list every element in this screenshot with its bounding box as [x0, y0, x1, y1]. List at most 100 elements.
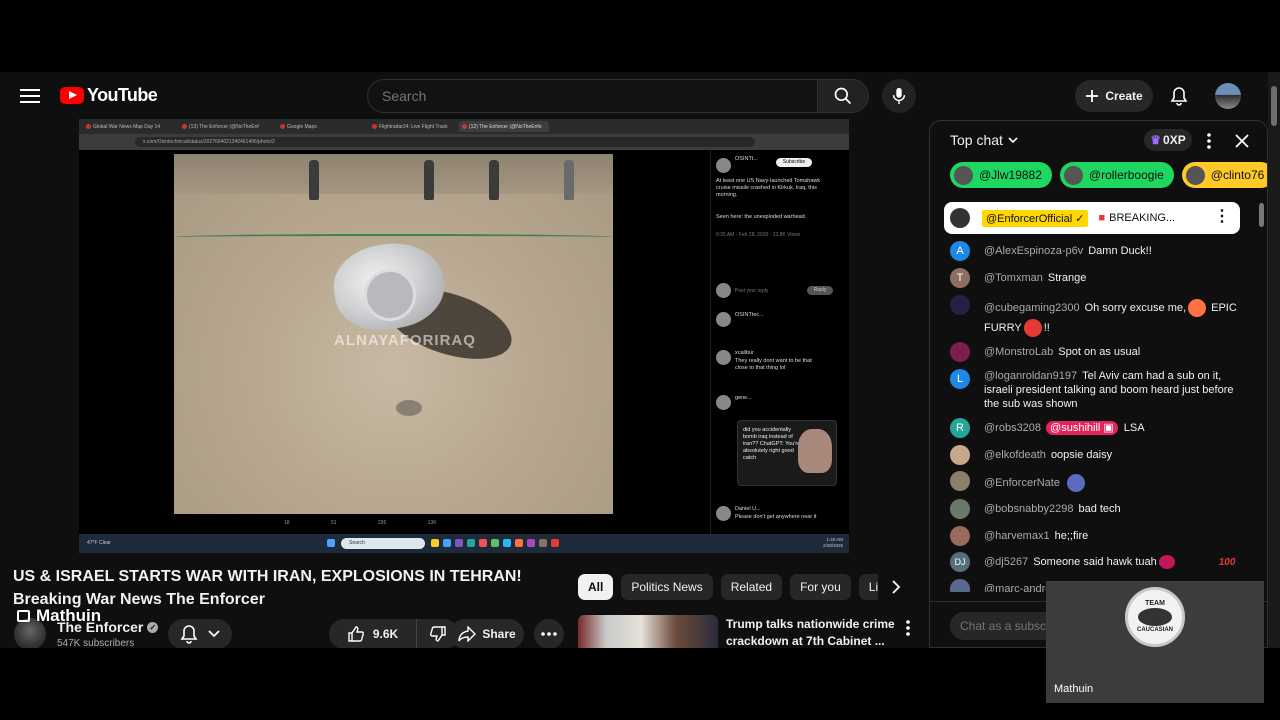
masthead: YouTube Create [0, 72, 1280, 120]
chat-author[interactable]: @loganroldan9197 [984, 370, 1077, 382]
reply-author: OSINTtec... [735, 312, 764, 318]
chat-message: @elkofdeath oopsie daisy [950, 445, 1240, 465]
chat-avatar [950, 342, 970, 362]
screen-browser-toolbar: x.com/Osintechnical/status/2027664021340… [79, 134, 849, 150]
reply-placeholder: Post your reply [735, 288, 769, 294]
tweet-text2: Seen here: the unexploded warhead. [716, 214, 807, 220]
angry-emoji-icon [1188, 299, 1207, 318]
share-icon [458, 626, 477, 642]
chat-author[interactable]: @dj5267 [984, 556, 1028, 568]
chevron-right-icon [891, 580, 900, 594]
taskbar-search: Search [341, 538, 425, 549]
search-input[interactable] [382, 88, 803, 104]
tweet-text: At least one US Navy-launched Tomahawk c… [716, 178, 821, 198]
chat-author[interactable]: @elkofdeath [984, 449, 1046, 461]
pinned-message[interactable]: @EnforcerOfficial ✓ ■ BREAKING... ⋮ [944, 202, 1240, 234]
chat-menu-button[interactable] [1200, 131, 1218, 151]
video-player[interactable]: Global War News Map Day 14 (13) The Enfo… [79, 119, 849, 553]
chat-messages: A @AlexEspinoza-p6v Damn Duck!! T @Tomxman S… [930, 234, 1267, 592]
ticker-item[interactable]: @Jlw19882 [950, 162, 1052, 188]
chip-for-you[interactable]: For you [790, 574, 851, 600]
recommendation-thumbnail[interactable] [578, 615, 718, 648]
tweet-meta: 9:35 AM · Feb 28, 2026 · 13.8K Views [716, 232, 801, 238]
youtube-logo[interactable]: YouTube [60, 85, 158, 106]
photo-hose [174, 234, 613, 240]
chat-avatar: L [950, 369, 970, 389]
chat-header: Top chat ♛ 0XP [930, 121, 1267, 161]
verified-icon: ✓ [147, 621, 159, 633]
chips-next-button[interactable] [884, 575, 908, 599]
custom-emoji-icon [1066, 474, 1085, 492]
create-button[interactable]: Create [1075, 80, 1153, 112]
subscribed-notifications-button[interactable] [168, 619, 232, 648]
chat-mention[interactable]: @sushihill ▣ [1046, 421, 1118, 435]
chat-author[interactable]: @EnforcerNate [984, 477, 1060, 489]
missile-photo: ALNAYAFORIRAQ [174, 154, 613, 514]
account-avatar[interactable] [1215, 83, 1241, 109]
more-actions-button[interactable] [534, 619, 564, 648]
recommendation-title[interactable]: Trump talks nationwide crime crackdown a… [726, 616, 896, 648]
chat-mention-text: @sushihill [1050, 422, 1101, 434]
more-vertical-icon [1207, 133, 1211, 149]
tweet-author: OSINTt... [735, 156, 758, 162]
xp-badge[interactable]: ♛ 0XP [1144, 129, 1192, 151]
taskbar-app-icon [515, 539, 523, 547]
ticker-item[interactable]: @clinto76 [1181, 162, 1267, 188]
team-logo-emblem [1138, 608, 1172, 626]
taskbar-app-icon [443, 539, 451, 547]
overlay-username-text: Mathuin [36, 606, 102, 625]
more-horizontal-icon [541, 632, 557, 636]
taskbar-app-icon [479, 539, 487, 547]
chat-avatar [950, 579, 970, 592]
thumbs-up-icon [348, 626, 364, 642]
chat-text: Spot on as usual [1058, 346, 1141, 358]
search-button[interactable] [817, 79, 869, 113]
chat-author[interactable]: @cubegaming2300 [984, 302, 1080, 314]
chip-politics-news[interactable]: Politics News [621, 574, 713, 600]
reply-text: They really dont want to be that close t… [735, 358, 812, 371]
recommendation-menu-button[interactable] [898, 618, 918, 638]
ticker-item[interactable]: @rollerboogie [1059, 162, 1174, 188]
chat-message: A @AlexEspinoza-p6v Damn Duck!! [950, 241, 1240, 261]
chat-message: @cubegaming2300 Oh sorry excuse me, EPIC … [950, 295, 1240, 338]
xp-value: 0XP [1163, 133, 1186, 147]
screen-taskbar: 47°F Clear Search 1:40 AM 2/28/2026 [79, 534, 849, 553]
page-scrollbar[interactable] [1268, 72, 1280, 648]
reply-avatar [716, 506, 731, 521]
reply-meme: did you accidentally bomb iraq instead o… [737, 420, 837, 486]
reply-avatar [716, 350, 731, 365]
windows-start-icon [327, 539, 335, 547]
pinned-text: BREAKING... [1109, 212, 1176, 224]
chip-related[interactable]: Related [720, 574, 783, 600]
chat-mode-dropdown[interactable]: Top chat [950, 132, 1018, 148]
search-box[interactable] [367, 79, 817, 113]
ticker-name: @Jlw19882 [979, 168, 1042, 182]
screen-tweet-panel: OSINTt... Subscribe At least one US Navy… [710, 150, 849, 534]
chat-avatar: DJ [950, 552, 970, 572]
ticker-avatar [954, 165, 973, 185]
chat-author[interactable]: @AlexEspinoza-p6v [984, 245, 1083, 257]
chat-author[interactable]: @bobsnabby2298 [984, 503, 1073, 515]
like-button[interactable]: 9.6K [329, 619, 417, 648]
screen: YouTube Create Global War News Map Day 1… [0, 0, 1280, 720]
reply-avatar [716, 395, 731, 410]
notifications-button[interactable] [1166, 83, 1192, 109]
chip-live[interactable]: Li [858, 574, 878, 600]
chat-close-button[interactable] [1232, 131, 1252, 151]
more-vertical-icon[interactable]: ⋮ [1214, 208, 1230, 226]
chat-author[interactable]: @Tomxman [984, 272, 1043, 284]
chip-all[interactable]: All [578, 574, 614, 600]
chat-text: LSA [1123, 422, 1145, 434]
reply-author: xcalibur [735, 350, 754, 356]
chat-scrollbar[interactable] [1259, 203, 1265, 593]
chat-scroll-thumb[interactable] [1259, 203, 1264, 227]
taskbar-app-icon [539, 539, 547, 547]
chat-author[interactable]: @harvemax1 [984, 530, 1050, 542]
chat-author[interactable]: @MonstroLab [984, 346, 1053, 358]
team-logo-bottom: CAUCASIAN [1137, 627, 1173, 633]
share-button[interactable]: Share [450, 619, 524, 648]
page-scroll-thumb[interactable] [1271, 86, 1277, 126]
voice-search-button[interactable] [882, 79, 916, 113]
chat-author[interactable]: @robs3208 [984, 422, 1041, 434]
menu-icon[interactable] [18, 86, 42, 106]
